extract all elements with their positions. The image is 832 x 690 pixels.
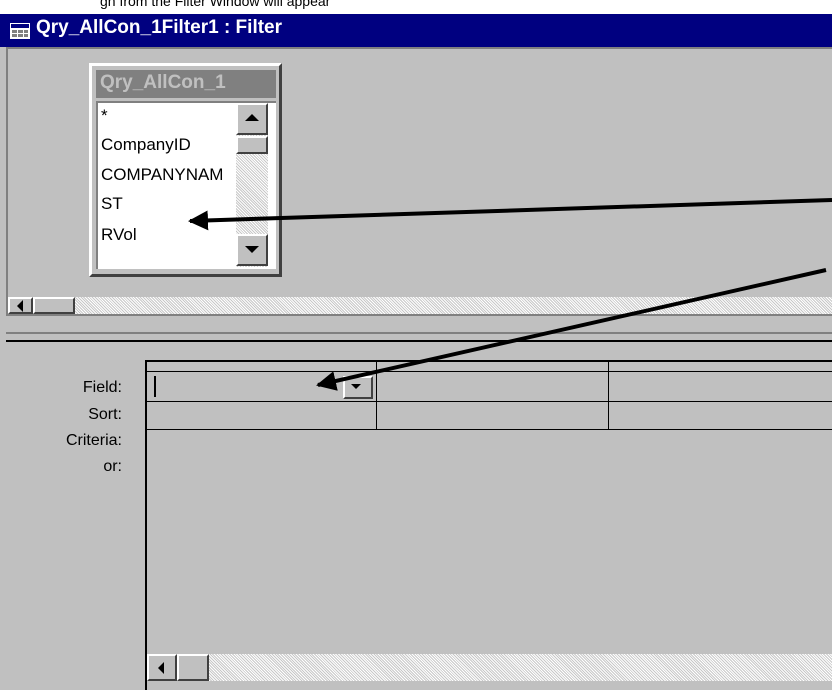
grid-hscrollbar[interactable] xyxy=(147,654,832,681)
row-label-sort: Sort: xyxy=(88,406,122,423)
column-selector[interactable] xyxy=(148,362,376,371)
field-cell-1[interactable] xyxy=(147,372,376,401)
sort-cell-1[interactable] xyxy=(147,402,376,429)
background-document-strip: gn from the Filter Window will appear xyxy=(0,0,832,14)
scroll-left-arrow-icon xyxy=(17,300,23,312)
field-cell-3[interactable] xyxy=(609,372,832,401)
sort-cell-2[interactable] xyxy=(377,402,608,429)
scroll-thumb[interactable] xyxy=(236,136,268,154)
grid-hscroll-thumb[interactable] xyxy=(177,654,209,681)
text-cursor xyxy=(154,376,156,397)
row-label-or: or: xyxy=(103,458,122,475)
field-item-companyname[interactable]: COMPANYNAM xyxy=(101,165,223,185)
field-item-rvol[interactable]: RVol xyxy=(101,225,137,245)
filter-window-icon[interactable] xyxy=(10,23,30,39)
background-text: gn from the Filter Window will appear xyxy=(100,0,331,9)
hscroll-thumb[interactable] xyxy=(33,297,75,314)
field-item-all[interactable]: * xyxy=(101,106,108,126)
scroll-up-arrow-icon xyxy=(245,114,259,121)
window-title: Qry_AllCon_1Filter1 : Filter xyxy=(36,17,283,38)
sort-cell-3[interactable] xyxy=(609,402,832,429)
field-list-title-bar[interactable]: Qry_AllCon_1 xyxy=(96,70,276,98)
grid-row-line xyxy=(147,429,832,430)
row-label-criteria: Criteria: xyxy=(65,432,122,449)
field-list-title: Qry_AllCon_1 xyxy=(100,72,226,93)
scroll-down-arrow-icon xyxy=(245,246,259,253)
scroll-down-button[interactable] xyxy=(236,234,268,266)
field-cell-2[interactable] xyxy=(377,372,608,401)
scroll-left-arrow-icon xyxy=(158,662,164,674)
field-dropdown-button[interactable] xyxy=(343,376,373,399)
pane-gap xyxy=(6,316,832,332)
scroll-up-button[interactable] xyxy=(236,103,268,135)
column-selector[interactable] xyxy=(377,362,608,371)
column-selector[interactable] xyxy=(609,362,832,371)
row-label-field: Field: xyxy=(82,379,122,396)
dropdown-arrow-icon xyxy=(351,384,361,389)
field-item-companyid[interactable]: CompanyID xyxy=(101,135,191,155)
grid-scroll-left-button[interactable] xyxy=(147,654,177,681)
pane-splitter[interactable] xyxy=(6,332,832,342)
table-pane-hscrollbar[interactable] xyxy=(8,297,832,314)
scroll-left-button[interactable] xyxy=(8,297,33,314)
field-item-st[interactable]: ST xyxy=(101,194,123,214)
